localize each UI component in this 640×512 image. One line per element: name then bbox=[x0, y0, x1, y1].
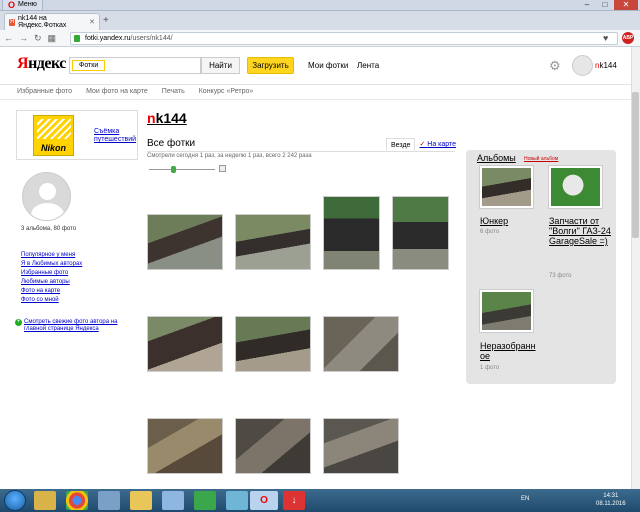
photo-thumbnail[interactable] bbox=[235, 316, 311, 372]
plus-icon: + bbox=[15, 319, 22, 326]
photo-thumbnail[interactable] bbox=[147, 316, 223, 372]
url-field[interactable]: fotki.yandex.ru/users/nk144/ bbox=[70, 32, 618, 45]
browser-tab[interactable]: Я nk144 на Яндекс.Фотках ✕ bbox=[4, 13, 100, 30]
subnav-map[interactable]: Мои фото на карте bbox=[86, 85, 148, 99]
featured-album-link[interactable]: Съёмка путешествий bbox=[94, 128, 138, 144]
fresh-photos-link[interactable]: + Смотреть свежие фото автора на главной … bbox=[15, 319, 125, 333]
search-service-tag: Фотки bbox=[72, 60, 106, 71]
chrome-icon[interactable] bbox=[66, 491, 88, 510]
album-cover[interactable] bbox=[479, 289, 534, 333]
tab-close-icon[interactable]: ✕ bbox=[89, 18, 95, 26]
album-photo-counts: 3 альбома, 80 фото bbox=[21, 226, 77, 232]
user-avatar[interactable] bbox=[572, 55, 593, 76]
reload-icon[interactable]: ↻ bbox=[34, 33, 42, 44]
subnav-favorites[interactable]: Избранные фото bbox=[17, 85, 72, 99]
album-count: 73 фото bbox=[549, 273, 572, 279]
album-cover[interactable] bbox=[479, 165, 534, 209]
album-count: 1 фото bbox=[480, 365, 500, 371]
slider-handle[interactable] bbox=[171, 166, 176, 173]
scrollbar-thumb[interactable] bbox=[632, 92, 639, 238]
adblock-icon[interactable]: ABP bbox=[622, 32, 634, 44]
forward-icon[interactable]: → bbox=[19, 33, 28, 43]
grid-size-icon[interactable] bbox=[219, 165, 226, 172]
profile-links: Популярное у меня Я в Любимых авторах Из… bbox=[21, 251, 82, 305]
album-count: 6 фото bbox=[480, 229, 500, 235]
link-favorite-photos[interactable]: Избранные фото bbox=[21, 269, 82, 278]
yandex-logo[interactable]: Яндекс bbox=[17, 55, 66, 73]
page-title[interactable]: nk144 bbox=[147, 110, 187, 126]
paint-icon[interactable] bbox=[162, 491, 184, 510]
photo-thumbnail[interactable] bbox=[323, 316, 399, 372]
tab-on-map[interactable]: ✓ На карте bbox=[415, 138, 460, 151]
bookmark-heart-icon[interactable]: ♥ bbox=[603, 33, 608, 43]
window-controls: – □ ✕ bbox=[578, 0, 638, 10]
new-tab-icon[interactable]: + bbox=[103, 15, 109, 26]
photo-thumbnail[interactable] bbox=[323, 196, 380, 270]
album-cover[interactable] bbox=[548, 165, 603, 209]
search-input[interactable]: Фотки bbox=[69, 57, 201, 74]
nav-feed[interactable]: Лента bbox=[357, 61, 379, 70]
album-title[interactable]: Неразобранное bbox=[480, 341, 540, 361]
window-titlebar bbox=[0, 0, 640, 11]
photo-thumbnail[interactable] bbox=[235, 214, 311, 270]
menu-label: Меню bbox=[18, 1, 37, 8]
favicon-icon: Я bbox=[9, 18, 16, 26]
settings-gear-icon[interactable]: ⚙ bbox=[549, 58, 561, 74]
section-title: Все фотки bbox=[147, 138, 196, 149]
explorer-icon[interactable] bbox=[34, 491, 56, 510]
tab-everywhere[interactable]: Везде bbox=[386, 138, 416, 151]
opera-icon: O bbox=[8, 0, 16, 10]
link-in-favorites[interactable]: Я в Любимых авторах bbox=[21, 260, 82, 269]
find-button[interactable]: Найти bbox=[201, 57, 240, 74]
start-button-icon[interactable] bbox=[4, 490, 26, 511]
photo-thumbnail[interactable] bbox=[323, 418, 399, 474]
url-host: fotki.yandex.ru bbox=[85, 35, 131, 42]
link-favorite-authors[interactable]: Любимые авторы bbox=[21, 278, 82, 287]
url-path: /users/nk144/ bbox=[130, 35, 173, 42]
profile-picture bbox=[22, 172, 71, 221]
app-icon[interactable] bbox=[98, 491, 120, 510]
language-indicator[interactable]: EN bbox=[521, 496, 529, 502]
download-icon[interactable]: ↓ bbox=[283, 491, 305, 510]
photo-thumbnail[interactable] bbox=[147, 214, 223, 270]
file-manager-icon[interactable] bbox=[130, 491, 152, 510]
notepad-icon[interactable] bbox=[226, 491, 248, 510]
opera-menu-button[interactable]: O Меню bbox=[2, 0, 43, 11]
photo-thumbnail[interactable] bbox=[235, 418, 311, 474]
windows-taskbar bbox=[0, 489, 640, 512]
tab-title: nk144 на Яндекс.Фотках bbox=[18, 15, 67, 29]
albums-heading[interactable]: Альбомы bbox=[477, 153, 516, 163]
minimize-icon[interactable]: – bbox=[578, 0, 596, 10]
link-popular[interactable]: Популярное у меня bbox=[21, 251, 82, 260]
album-title[interactable]: Юнкер bbox=[480, 216, 548, 226]
new-album-link[interactable]: Новый альбом bbox=[524, 156, 558, 162]
photo-thumbnail[interactable] bbox=[392, 196, 449, 270]
subnav-contest[interactable]: Конкурс «Ретро» bbox=[199, 85, 254, 99]
back-icon[interactable]: ← bbox=[4, 33, 13, 43]
view-tabs: Везде ✓ На карте bbox=[386, 138, 460, 151]
sub-navigation: Избранные фото Мои фото на карте Печать … bbox=[0, 85, 640, 100]
upload-button[interactable]: Загрузить bbox=[247, 57, 294, 74]
view-stats: Смотрели сегодня 1 раз, за неделю 1 раз,… bbox=[147, 153, 312, 159]
album-title[interactable]: Запчасти от "Волги" ГАЗ-24 GarageSale =) bbox=[549, 216, 617, 246]
opera-icon[interactable]: O bbox=[250, 491, 278, 510]
link-photos-on-map[interactable]: Фото на карте bbox=[21, 287, 82, 296]
nav-my-photos[interactable]: Мои фотки bbox=[308, 61, 348, 70]
maximize-icon[interactable]: □ bbox=[596, 0, 614, 10]
photo-thumbnail[interactable] bbox=[147, 418, 223, 474]
subnav-print[interactable]: Печать bbox=[162, 85, 185, 99]
speed-dial-icon[interactable]: ▦ bbox=[48, 33, 57, 44]
system-clock[interactable]: 14:31 08.11.2016 bbox=[596, 492, 626, 508]
thumbnail-size-slider[interactable] bbox=[147, 166, 217, 174]
close-icon[interactable]: ✕ bbox=[614, 0, 638, 10]
divider bbox=[147, 151, 455, 152]
secure-lock-icon bbox=[74, 35, 80, 42]
user-name[interactable]: nk144 bbox=[595, 61, 617, 70]
media-icon[interactable] bbox=[194, 491, 216, 510]
nikon-logo[interactable]: Nikon bbox=[33, 115, 74, 156]
link-photos-with-me[interactable]: Фото со мной bbox=[21, 296, 82, 305]
